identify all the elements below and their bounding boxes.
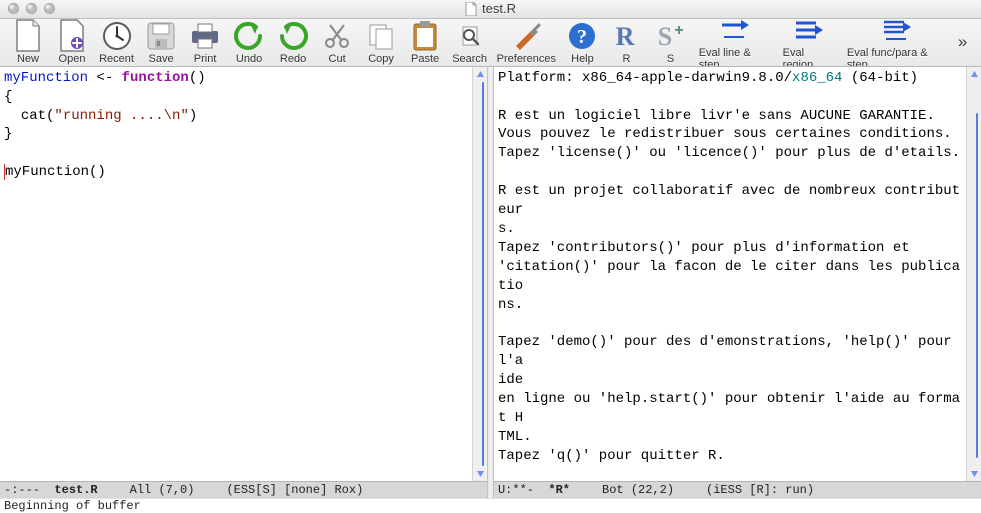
- eval-region-button[interactable]: Eval region: [777, 19, 841, 67]
- svg-text:?: ?: [577, 26, 587, 48]
- screwdriver-icon: [511, 21, 541, 51]
- r-app-button[interactable]: R R: [604, 19, 648, 67]
- recent-button[interactable]: Recent: [94, 19, 139, 67]
- copy-button[interactable]: Copy: [359, 19, 403, 67]
- eval-region-icon: [792, 19, 826, 44]
- document-icon: [465, 2, 477, 16]
- toolbar: New Open Recent Save Print Undo Redo Cut…: [0, 19, 981, 67]
- magnifier-icon: [455, 21, 485, 51]
- editor-pane: myFunction <- function() { cat("running …: [0, 67, 487, 498]
- search-button[interactable]: Search: [447, 19, 492, 67]
- editor-modeline: -:--- test.R All (7,0) (ESS[S] [none] Ro…: [0, 481, 487, 498]
- preferences-button[interactable]: Preferences: [492, 19, 560, 67]
- zoom-window-button[interactable]: [44, 3, 55, 14]
- save-button[interactable]: Save: [139, 19, 183, 67]
- scroll-down-arrow-icon[interactable]: [473, 466, 488, 481]
- save-icon: [146, 21, 176, 51]
- eval-func-icon: [880, 19, 914, 44]
- redo-icon: [278, 21, 308, 51]
- close-window-button[interactable]: [8, 3, 19, 14]
- eval-line-icon: [718, 19, 752, 44]
- console-scrollbar[interactable]: [966, 67, 981, 481]
- open-button[interactable]: Open: [50, 19, 94, 67]
- echo-area: Beginning of buffer: [0, 498, 981, 513]
- console-pane: Platform: x86_64-apple-darwin9.8.0/x86_6…: [494, 67, 981, 498]
- eval-func-para-step-button[interactable]: Eval func/para & step: [841, 19, 952, 67]
- vertical-splitter[interactable]: [487, 67, 494, 498]
- svg-text:R: R: [616, 22, 635, 51]
- clipboard-icon: [411, 20, 439, 52]
- window-titlebar: test.R: [0, 0, 981, 19]
- source-editor[interactable]: myFunction <- function() { cat("running …: [0, 67, 472, 481]
- open-file-icon: [57, 19, 87, 53]
- printer-icon: [189, 21, 221, 51]
- scroll-up-arrow-icon[interactable]: [967, 67, 981, 82]
- cut-button[interactable]: Cut: [315, 19, 359, 67]
- eval-line-step-button[interactable]: Eval line & step: [693, 19, 777, 67]
- clock-icon: [101, 20, 133, 52]
- new-button[interactable]: New: [6, 19, 50, 67]
- window-title: test.R: [482, 1, 516, 16]
- svg-text:S: S: [657, 22, 671, 51]
- console-modeline: U:**- *R* Bot (22,2) (iESS [R]: run): [494, 481, 981, 498]
- print-button[interactable]: Print: [183, 19, 227, 67]
- svg-text:+: +: [674, 22, 683, 39]
- undo-icon: [234, 21, 264, 51]
- editor-scrollbar[interactable]: [472, 67, 487, 481]
- undo-button[interactable]: Undo: [227, 19, 271, 67]
- scroll-down-arrow-icon[interactable]: [967, 466, 981, 481]
- r-console[interactable]: Platform: x86_64-apple-darwin9.8.0/x86_6…: [494, 67, 966, 481]
- r-letter-icon: R: [611, 21, 641, 51]
- minimize-window-button[interactable]: [26, 3, 37, 14]
- s-app-button[interactable]: S+ S: [648, 19, 692, 67]
- s-plus-icon: S+: [654, 21, 688, 51]
- scissors-icon: [322, 21, 352, 51]
- main-content: myFunction <- function() { cat("running …: [0, 67, 981, 498]
- new-file-icon: [13, 19, 43, 53]
- copy-icon: [366, 21, 396, 51]
- help-icon: ?: [567, 21, 597, 51]
- toolbar-overflow-button[interactable]: »: [952, 19, 973, 67]
- redo-button[interactable]: Redo: [271, 19, 315, 67]
- traffic-lights: [8, 3, 55, 14]
- help-button[interactable]: ? Help: [560, 19, 604, 67]
- paste-button[interactable]: Paste: [403, 19, 447, 67]
- scroll-up-arrow-icon[interactable]: [473, 67, 488, 82]
